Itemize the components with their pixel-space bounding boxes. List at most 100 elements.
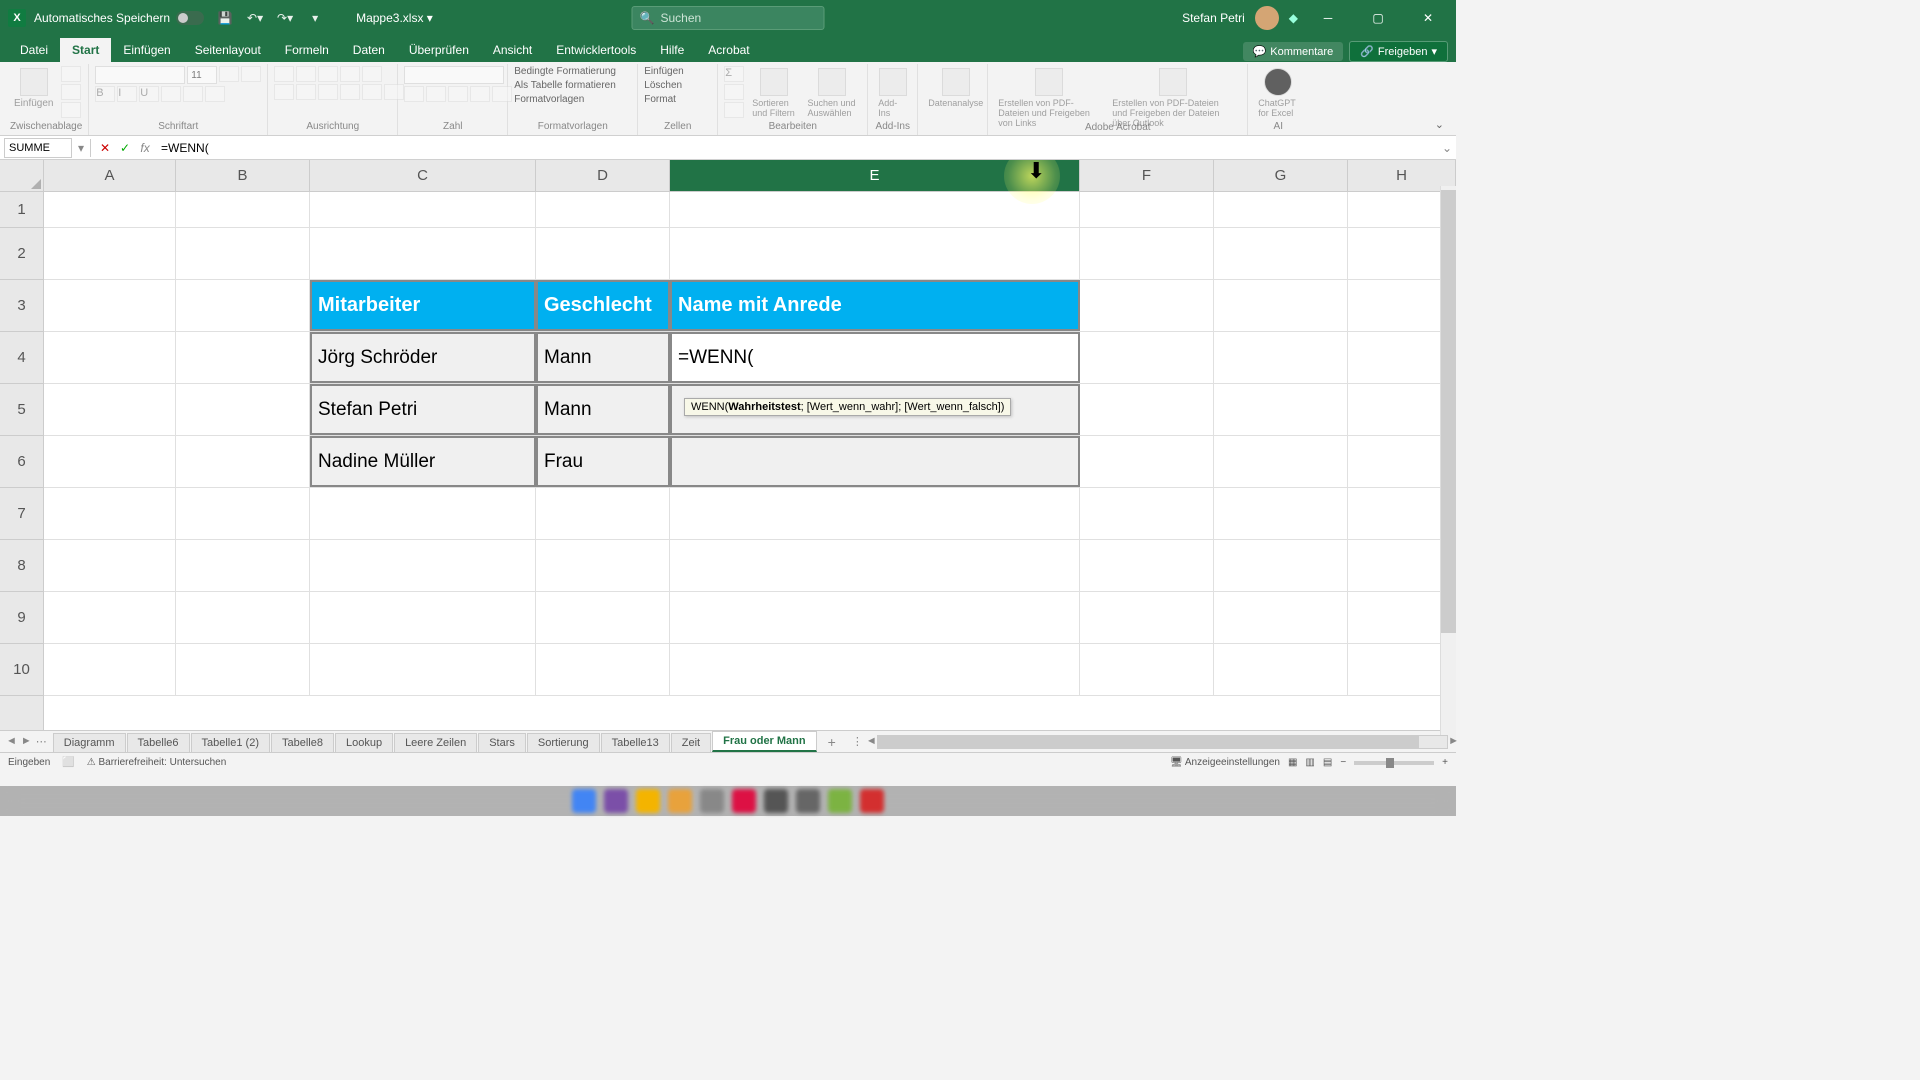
cell-c6[interactable]: Nadine Müller	[310, 436, 536, 487]
sheet-tab-sortierung[interactable]: Sortierung	[527, 733, 600, 752]
cell-d5[interactable]: Mann	[536, 384, 670, 435]
clear-icon[interactable]	[724, 102, 744, 118]
taskbar-app-4[interactable]	[668, 789, 692, 813]
avatar[interactable]	[1255, 6, 1279, 30]
cell-e6[interactable]	[670, 436, 1080, 487]
format-cells-button[interactable]: Format	[644, 94, 676, 105]
sheet-tab-zeit[interactable]: Zeit	[671, 733, 711, 752]
merge-icon[interactable]	[384, 84, 404, 100]
taskbar-app-10[interactable]	[860, 789, 884, 813]
cell-e4[interactable]: =WENN(	[670, 332, 1080, 383]
sheet-tab-lookup[interactable]: Lookup	[335, 733, 393, 752]
taskbar-app-7[interactable]	[764, 789, 788, 813]
tab-pagelayout[interactable]: Seitenlayout	[183, 38, 273, 62]
maximize-button[interactable]: ▢	[1358, 0, 1398, 36]
tab-developer[interactable]: Entwicklertools	[544, 38, 648, 62]
align-right-icon[interactable]	[318, 84, 338, 100]
zoom-slider[interactable]	[1354, 761, 1434, 765]
tab-view[interactable]: Ansicht	[481, 38, 544, 62]
taskbar-app-1[interactable]	[572, 789, 596, 813]
search-input[interactable]	[632, 6, 825, 30]
save-icon[interactable]: 💾	[214, 7, 236, 29]
undo-icon[interactable]: ↶▾	[244, 7, 266, 29]
cell-c4[interactable]: Jörg Schröder	[310, 332, 536, 383]
chatgpt-button[interactable]: ChatGPT for Excel	[1254, 66, 1302, 120]
percent-icon[interactable]	[426, 86, 446, 102]
cell-c5[interactable]: Stefan Petri	[310, 384, 536, 435]
col-header-d[interactable]: D	[536, 160, 670, 191]
col-header-b[interactable]: B	[176, 160, 310, 191]
tab-acrobat[interactable]: Acrobat	[696, 38, 761, 62]
align-top-icon[interactable]	[274, 66, 294, 82]
cells-area[interactable]: MitarbeiterGeschlechtName mit Anrede Jör…	[44, 192, 1456, 730]
cell-c3[interactable]: Mitarbeiter	[310, 280, 536, 331]
row-header-5[interactable]: 5	[0, 384, 43, 436]
sheet-next-icon[interactable]: ►	[21, 735, 32, 748]
select-all-corner[interactable]	[0, 160, 44, 191]
minimize-button[interactable]: ─	[1308, 0, 1348, 36]
border-icon[interactable]	[161, 86, 181, 102]
view-normal-icon[interactable]: ▦	[1288, 757, 1297, 768]
collapse-ribbon-icon[interactable]: ⌄	[1427, 114, 1452, 135]
row-header-1[interactable]: 1	[0, 192, 43, 228]
currency-icon[interactable]	[404, 86, 424, 102]
inc-dec-icon[interactable]	[470, 86, 490, 102]
namebox-dropdown-icon[interactable]: ▾	[76, 141, 86, 155]
vertical-scrollbar[interactable]	[1440, 186, 1456, 740]
taskbar-app-8[interactable]	[796, 789, 820, 813]
sheet-tab-frau-oder-mann[interactable]: Frau oder Mann	[712, 731, 817, 752]
cell-styles-button[interactable]: Formatvorlagen	[514, 94, 584, 105]
cell-e3[interactable]: Name mit Anrede	[670, 280, 1080, 331]
sort-filter-button[interactable]: Sortieren und Filtern	[748, 66, 799, 120]
indent-inc-icon[interactable]	[362, 84, 382, 100]
tab-insert[interactable]: Einfügen	[111, 38, 182, 62]
tab-formulas[interactable]: Formeln	[273, 38, 341, 62]
wrap-icon[interactable]	[362, 66, 382, 82]
cell-d4[interactable]: Mann	[536, 332, 670, 383]
cancel-icon[interactable]: ✕	[95, 138, 115, 158]
taskbar-app-3[interactable]	[636, 789, 660, 813]
format-painter-icon[interactable]	[61, 102, 81, 118]
sheet-prev-icon[interactable]: ◄	[6, 735, 17, 748]
close-button[interactable]: ✕	[1408, 0, 1448, 36]
dec-dec-icon[interactable]	[492, 86, 512, 102]
fx-icon[interactable]: fx	[135, 138, 155, 158]
sheet-tab-diagramm[interactable]: Diagramm	[53, 733, 126, 752]
cell-d3[interactable]: Geschlecht	[536, 280, 670, 331]
indent-dec-icon[interactable]	[340, 84, 360, 100]
redo-icon[interactable]: ↷▾	[274, 7, 296, 29]
row-header-6[interactable]: 6	[0, 436, 43, 488]
cut-icon[interactable]	[61, 66, 81, 82]
tab-review[interactable]: Überprüfen	[397, 38, 481, 62]
row-header-8[interactable]: 8	[0, 540, 43, 592]
macro-record-icon[interactable]: ⬜	[62, 757, 74, 768]
font-size-input[interactable]	[187, 66, 217, 84]
tab-help[interactable]: Hilfe	[648, 38, 696, 62]
align-left-icon[interactable]	[274, 84, 294, 100]
copy-icon[interactable]	[61, 84, 81, 100]
zoom-in-icon[interactable]: +	[1442, 757, 1448, 768]
zoom-out-icon[interactable]: −	[1340, 757, 1346, 768]
as-table-button[interactable]: Als Tabelle formatieren	[514, 80, 616, 91]
font-color-icon[interactable]	[205, 86, 225, 102]
data-analysis-button[interactable]: Datenanalyse	[924, 66, 987, 110]
pdf-links-button[interactable]: Erstellen von PDF-Dateien und Freigeben …	[994, 66, 1104, 130]
row-header-2[interactable]: 2	[0, 228, 43, 280]
row-header-4[interactable]: 4	[0, 332, 43, 384]
underline-icon[interactable]: U	[139, 86, 159, 102]
orient-icon[interactable]	[340, 66, 360, 82]
sheet-tab-leere-zeilen[interactable]: Leere Zeilen	[394, 733, 477, 752]
col-header-e[interactable]: E	[670, 160, 1080, 191]
tab-data[interactable]: Daten	[341, 38, 397, 62]
autosum-icon[interactable]: Σ	[724, 66, 744, 82]
horizontal-scrollbar[interactable]: ◄►	[877, 735, 1448, 749]
taskbar-app-2[interactable]	[604, 789, 628, 813]
toggle-switch[interactable]	[176, 11, 204, 25]
fill-icon[interactable]	[724, 84, 744, 100]
diamond-icon[interactable]: ◆	[1289, 11, 1298, 25]
row-header-7[interactable]: 7	[0, 488, 43, 540]
display-settings[interactable]: 🖥 Anzeigeeinstellungen	[1170, 757, 1280, 768]
col-header-f[interactable]: F	[1080, 160, 1214, 191]
sheet-tab-tabelle6[interactable]: Tabelle6	[127, 733, 190, 752]
sheet-more-icon[interactable]: ⋯	[36, 735, 47, 748]
